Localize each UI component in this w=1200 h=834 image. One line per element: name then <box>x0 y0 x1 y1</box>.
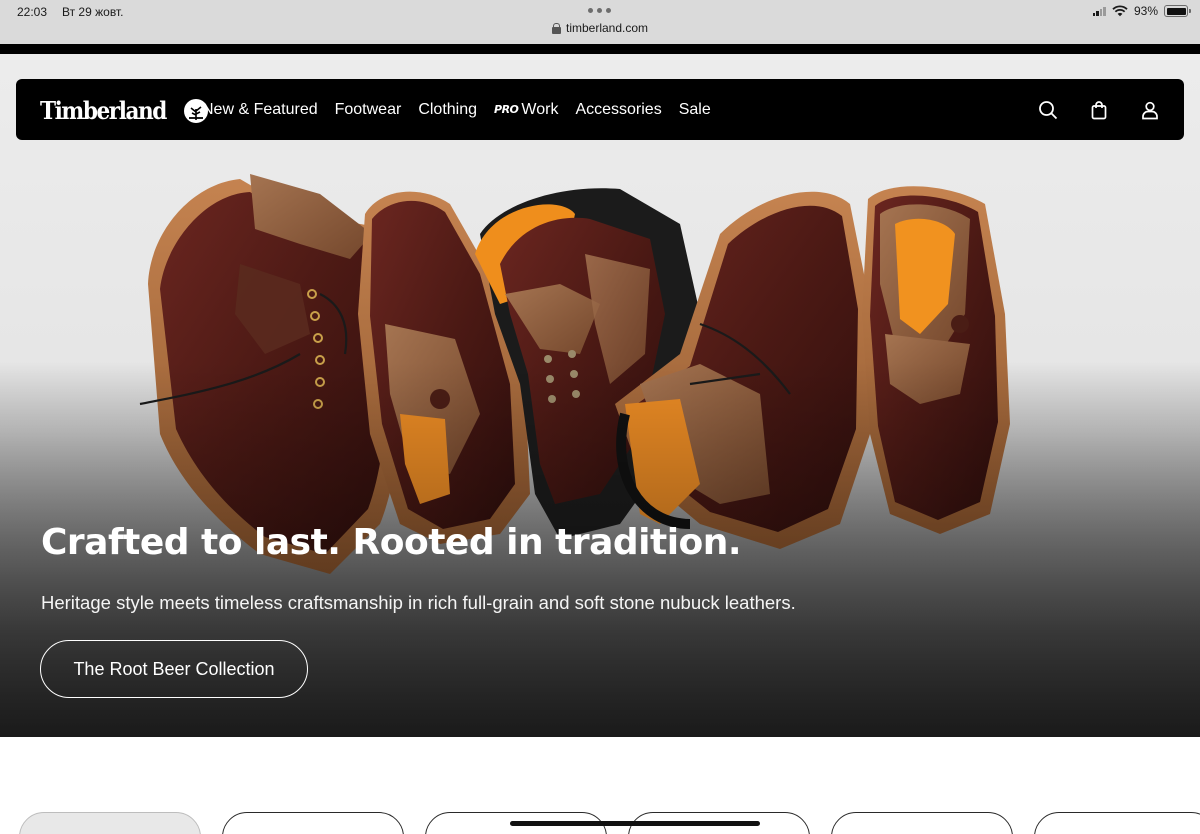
home-indicator[interactable] <box>510 821 760 826</box>
url-text: timberland.com <box>565 21 649 35</box>
nav-link-sale[interactable]: Sale <box>679 101 711 119</box>
page: 22:03 Вт 29 жовт. timberland.com 93% Tim… <box>0 0 1200 834</box>
search-icon[interactable] <box>1038 100 1058 120</box>
nav-links: New & Featured Footwear Clothing PRO Wor… <box>202 79 711 140</box>
pro-badge-icon: PRO <box>494 103 519 116</box>
nav-link-clothing[interactable]: Clothing <box>418 101 477 119</box>
status-date: Вт 29 жовт. <box>62 5 124 19</box>
hero-boots-image <box>0 54 1200 737</box>
nav-link-work[interactable]: PRO Work <box>494 101 558 119</box>
category-chip[interactable] <box>222 812 404 834</box>
status-indicators: 93% <box>1092 4 1191 18</box>
address-bar[interactable]: timberland.com <box>0 21 1200 35</box>
nav-link-work-label: Work <box>521 100 559 118</box>
multitasking-dots-icon[interactable] <box>588 8 611 13</box>
main-navbar: Timberland New & Featured Footwear Cloth… <box>16 79 1184 140</box>
category-chip[interactable] <box>1034 812 1200 834</box>
account-icon[interactable] <box>1140 100 1160 120</box>
cellular-icon <box>1092 6 1106 16</box>
hero-title: Crafted to last. Rooted in tradition. <box>41 522 742 563</box>
lock-icon <box>551 22 561 34</box>
status-bar: 22:03 Вт 29 жовт. timberland.com 93% <box>0 0 1200 44</box>
root-beer-collection-button[interactable]: The Root Beer Collection <box>40 640 308 698</box>
battery-percent: 93% <box>1133 4 1158 18</box>
nav-link-accessories[interactable]: Accessories <box>575 101 661 119</box>
browser-divider <box>0 44 1200 54</box>
category-chip[interactable] <box>831 812 1013 834</box>
status-time: 22:03 <box>17 5 48 19</box>
hero-subtitle: Heritage style meets timeless craftsmans… <box>41 592 796 613</box>
brand-logo[interactable]: Timberland <box>40 96 209 125</box>
nav-link-footwear[interactable]: Footwear <box>335 101 402 119</box>
category-chip[interactable] <box>19 812 201 834</box>
category-chips <box>0 737 1200 834</box>
nav-link-new-featured[interactable]: New & Featured <box>202 101 318 119</box>
battery-icon <box>1164 5 1191 17</box>
hero-banner: Timberland New & Featured Footwear Cloth… <box>0 54 1200 737</box>
nav-icons <box>1038 79 1160 140</box>
bag-icon[interactable] <box>1089 100 1109 120</box>
brand-wordmark: Timberland <box>40 96 167 125</box>
wifi-icon <box>1112 5 1128 17</box>
